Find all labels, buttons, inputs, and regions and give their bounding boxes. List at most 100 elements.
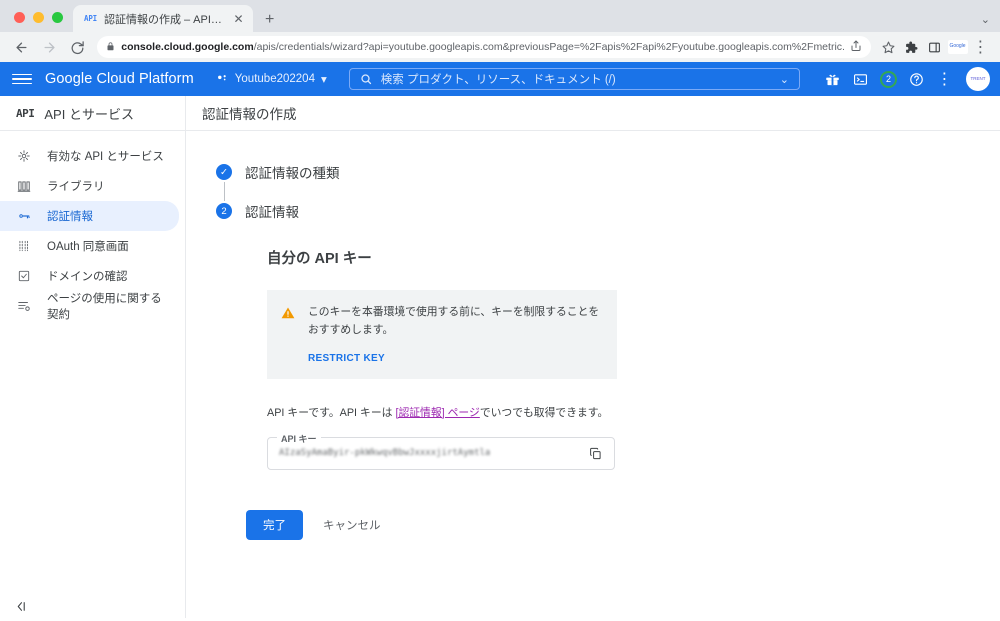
extensions-icon[interactable] [900,36,923,59]
main-header: 認証情報の作成 [186,96,1000,131]
cloud-shell-icon[interactable] [848,67,873,92]
api-key-panel: 自分の API キー このキーを本番環境で使用する前に、キーを制限することをおす… [267,247,1000,470]
project-name: Youtube202204 [234,73,315,85]
browser-tabstrip: API 認証情報の作成 – API とサービス ✕ + ⌄ [0,0,1000,32]
search-icon [361,74,371,85]
description-prefix: API キーです。API キーは [267,406,396,419]
wizard-step-credential-type[interactable]: ✓ 認証情報の種類 [216,162,1000,182]
domain-verify-icon [16,268,32,284]
description-suffix: でいつでも取得できます。 [479,406,609,419]
api-key-field-label: API キー [277,431,321,445]
library-icon [16,178,32,194]
reload-button[interactable] [64,34,92,60]
sidebar-item-enabled-apis[interactable]: 有効な API とサービス [0,141,185,171]
panel-title: 自分の API キー [267,251,372,267]
minimize-window-button[interactable] [33,12,44,23]
new-tab-button[interactable]: + [265,12,274,28]
warning-triangle-icon [281,306,295,366]
wizard-steps: ✓ 認証情報の種類 2 認証情報 [216,162,1000,221]
sidebar-item-label: ライブラリ [47,181,105,193]
sidebar-item-label: ページの使用に関する契約 [47,293,162,321]
sidebar-item-domain-verification[interactable]: ドメインの確認 [0,261,185,291]
agreement-icon [16,298,32,314]
page-body: API API とサービス 有効な API とサービス ライブラリ 認証情報 O… [0,96,1000,621]
step-label: 認証情報 [245,205,299,220]
key-icon [16,208,32,224]
step-label: 認証情報の種類 [245,166,340,181]
sidebar-item-label: ドメインの確認 [47,271,128,283]
bookmark-star-icon[interactable] [877,36,900,59]
tab-title: 認証情報の作成 – API とサービス [103,13,224,26]
copy-icon[interactable] [589,447,602,460]
sidebar: API API とサービス 有効な API とサービス ライブラリ 認証情報 O… [0,96,186,621]
sidebar-title: API とサービス [44,106,134,122]
sidebar-item-credentials[interactable]: 認証情報 [0,201,179,231]
notification-count-badge: 2 [880,70,897,88]
close-tab-icon[interactable]: ✕ [231,13,246,25]
api-key-description: API キーです。API キーは [認証情報] ページでいつでも取得できます。 [267,404,1000,420]
consent-icon [16,238,32,254]
browser-tab[interactable]: API 認証情報の作成 – API とサービス ✕ [73,5,253,32]
api-icon: API [16,106,35,120]
collapse-panel-icon [17,601,25,611]
sidebar-item-library[interactable]: ライブラリ [0,171,185,201]
cancel-button[interactable]: キャンセル [317,510,387,540]
share-icon[interactable] [850,40,862,55]
back-button[interactable] [8,34,36,60]
navigation-menu-icon[interactable] [12,73,32,85]
main-content: 認証情報の作成 ✓ 認証情報の種類 2 認証情報 自分の API キー このキー… [186,96,1000,621]
page-title: 認証情報の作成 [202,107,297,122]
browser-menu-icon[interactable]: ⋮ [969,36,992,59]
project-selector[interactable]: Youtube202204 ▾ [216,72,327,86]
close-window-button[interactable] [14,12,25,23]
wizard-body: ✓ 認証情報の種類 2 認証情報 自分の API キー このキーを本番環境で使用… [186,131,1000,540]
sidebar-item-oauth-consent[interactable]: OAuth 同意画面 [0,231,185,261]
gcp-header: Google Cloud Platform Youtube202204 ▾ 検索… [0,62,1000,96]
gcp-header-actions: 2 ⋮ TRENT [820,67,990,92]
project-chevron-down-icon: ▾ [320,74,327,86]
step-completed-check-icon: ✓ [216,164,232,180]
url-path: /apis/credentials/wizard?api=youtube.goo… [253,41,844,53]
avatar[interactable]: TRENT [966,67,990,91]
api-key-value: AIzaSyAmaByir-pkWkwqvBbwJxxxxjirtAymtla [279,448,491,459]
restrict-key-warning: このキーを本番環境で使用する前に、キーを制限することをおすすめします。 REST… [267,290,617,379]
maximize-window-button[interactable] [52,12,63,23]
warning-text: このキーを本番環境で使用する前に、キーを制限することをおすすめします。 [308,306,600,336]
gcp-logo[interactable]: Google Cloud Platform [45,71,194,87]
sidebar-item-label: 認証情報 [47,211,93,223]
sidebar-item-page-usage-agreement[interactable]: ページの使用に関する契約 [0,291,185,321]
url-domain: console.cloud.google.com [121,41,254,53]
lock-icon [106,41,115,54]
more-options-icon[interactable]: ⋮ [932,67,957,92]
profile-initials: Google [947,40,968,54]
credentials-page-link[interactable]: [認証情報] ページ [395,407,479,419]
dashboard-icon [16,148,32,164]
browser-toolbar: console.cloud.google.com/apis/credential… [0,32,1000,62]
sidebar-item-label: OAuth 同意画面 [47,241,129,253]
project-icon [217,74,226,80]
forward-button[interactable] [36,34,64,60]
side-panel-icon[interactable] [923,36,946,59]
collapse-sidebar-button[interactable] [0,589,185,621]
gift-icon[interactable] [820,67,845,92]
wizard-actions: 完了 キャンセル [246,509,1000,540]
step-number-badge: 2 [216,203,232,219]
profile-avatar[interactable]: Google [946,36,969,59]
sidebar-nav: 有効な API とサービス ライブラリ 認証情報 OAuth 同意画面 ドメイン… [0,131,185,321]
sidebar-item-label: 有効な API とサービス [47,151,164,163]
tabstrip-chevron-down-icon[interactable]: ⌄ [981,13,990,26]
url-text: console.cloud.google.com/apis/credential… [121,41,844,53]
search-chevron-down-icon[interactable]: ⌄ [780,73,789,86]
avatar-initials: TRENT [970,76,986,82]
browser-window: API 認証情報の作成 – API とサービス ✕ + ⌄ console.cl… [0,0,1000,621]
api-key-field[interactable]: API キー AIzaSyAmaByir-pkWkwqvBbwJxxxxjirt… [267,431,615,470]
window-controls [10,12,73,32]
restrict-key-button[interactable]: RESTRICT KEY [308,353,385,364]
help-icon[interactable] [904,67,929,92]
search-input[interactable]: 検索 プロダクト、リソース、ドキュメント (/) ⌄ [348,68,800,90]
address-bar[interactable]: console.cloud.google.com/apis/credential… [97,36,871,58]
search-placeholder: 検索 プロダクト、リソース、ドキュメント (/) [380,74,616,86]
notifications-icon[interactable]: 2 [876,67,901,92]
done-button[interactable]: 完了 [246,509,303,540]
wizard-step-credentials[interactable]: 2 認証情報 [216,201,1000,221]
